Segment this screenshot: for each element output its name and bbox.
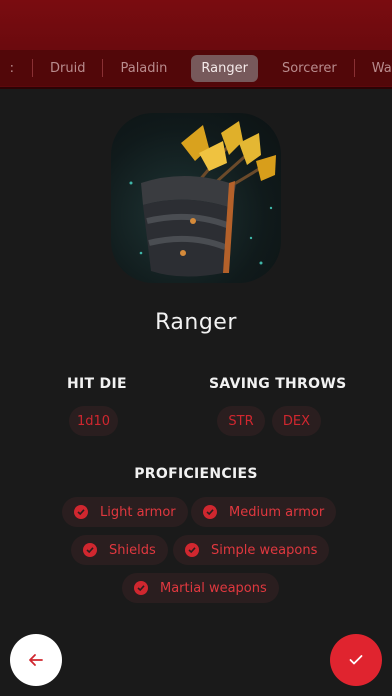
saving-throw-chip-dex: DEX (272, 406, 321, 436)
tab-divider (32, 59, 33, 77)
back-button[interactable] (10, 634, 62, 686)
class-tabs: : Druid Paladin Ranger Sorcerer Warlock … (0, 50, 392, 86)
tab-ranger[interactable]: Ranger (191, 54, 258, 82)
header-divider (0, 87, 392, 89)
proficiency-chip: Shields (71, 535, 168, 565)
check-circle-icon (74, 505, 88, 519)
class-portrait (111, 113, 281, 283)
tab-divider (102, 59, 104, 77)
hit-die-chip: 1d10 (69, 406, 118, 436)
proficiency-chip: Light armor (62, 497, 188, 527)
saving-throws-heading: SAVING THROWS (209, 376, 347, 392)
proficiency-label: Light armor (100, 504, 176, 520)
tab-druid[interactable]: Druid (40, 55, 95, 82)
proficiency-label: Shields (109, 542, 156, 558)
checkmark-icon (349, 655, 363, 665)
tab-overflow-left[interactable]: : (0, 61, 14, 76)
proficiency-label: Medium armor (229, 504, 325, 520)
confirm-button[interactable] (330, 634, 382, 686)
proficiency-label: Martial weapons (160, 580, 267, 596)
proficiency-chip: Martial weapons (122, 573, 279, 603)
check-circle-icon (83, 543, 97, 557)
tab-paladin[interactable]: Paladin (110, 55, 177, 82)
tab-sorcerer[interactable]: Sorcerer (272, 55, 347, 82)
proficiency-chip: Simple weapons (173, 535, 330, 565)
check-circle-icon (185, 543, 199, 557)
quiver-arrows-icon (129, 121, 276, 277)
hit-die-heading: HIT DIE (67, 376, 127, 392)
class-name: Ranger (155, 310, 237, 335)
tab-divider (353, 59, 355, 77)
proficiency-chip: Medium armor (191, 497, 337, 527)
check-circle-icon (134, 581, 148, 595)
saving-throw-chip-str: STR (217, 406, 265, 436)
proficiency-label: Simple weapons (211, 542, 318, 558)
tab-warlock[interactable]: Warlock (362, 55, 392, 82)
proficiencies-heading: PROFICIENCIES (134, 466, 258, 482)
arrow-left-icon (29, 654, 43, 666)
check-circle-icon (203, 505, 217, 519)
